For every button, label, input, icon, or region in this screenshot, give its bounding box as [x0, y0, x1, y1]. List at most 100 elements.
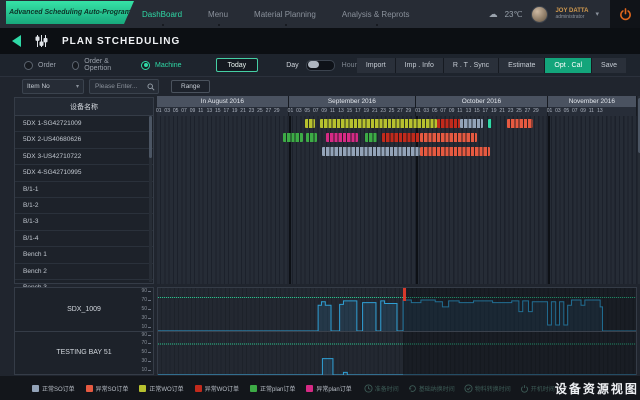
axis-tick-label: 10: [141, 325, 147, 330]
axis-tick-mark: [148, 300, 151, 301]
machine-row[interactable]: B/1-4: [15, 231, 153, 247]
search-icon[interactable]: [147, 83, 155, 91]
gantt-bar-so_abnormal[interactable]: [420, 133, 477, 142]
machine-row[interactable]: 5DX 4-SG42710995: [15, 165, 153, 181]
day-tick: 29: [274, 108, 280, 114]
axis-tick-label: 30: [141, 316, 147, 321]
check-circle-icon: [464, 384, 473, 393]
legend-items: 正常SO订单异常SO订单正常WO订单异常WO订单正常plan订单异常plan订单: [32, 384, 352, 393]
machine-row[interactable]: Bench 2: [15, 264, 153, 280]
day-tick: 11: [198, 108, 203, 114]
day-tick: 15: [347, 108, 353, 114]
radio-order-opertion[interactable]: Order & Opertion: [72, 58, 125, 72]
gantt-body[interactable]: [157, 116, 637, 284]
action-button-group: ImportImp . InfoR . T . SyncEstimateOpt …: [357, 58, 626, 73]
axis-tick-label: 50: [141, 307, 147, 312]
logout-power-button[interactable]: [610, 0, 640, 28]
gantt-bar-plan_normal[interactable]: [306, 133, 317, 142]
plan-scheduling-app: Advanced Scheduling Auto-Program DashBoa…: [0, 0, 640, 400]
legend-label: 异常WO订单: [205, 384, 239, 393]
legend-label: 异常plan订单: [316, 384, 351, 393]
machine-row[interactable]: 5DX 2-US40680626: [15, 132, 153, 148]
power-icon: [619, 8, 632, 21]
save-button[interactable]: Save: [591, 58, 626, 73]
axis-tick: 50: [141, 350, 151, 355]
machine-row[interactable]: B/1-1: [15, 182, 153, 198]
axis-tick: 50: [141, 307, 151, 312]
axis-tick-label: 70: [141, 341, 147, 346]
today-button[interactable]: Today: [216, 58, 259, 72]
gantt-bar-wo_normal[interactable]: [320, 119, 437, 128]
nav-item-analysis-reprots[interactable]: Analysis & Reprots: [342, 0, 410, 28]
machine-list-header: 设备名称: [15, 98, 153, 116]
axis-tick: 90: [141, 333, 151, 338]
select-chevron-icon: ▾: [76, 83, 79, 90]
day-label: Day: [286, 62, 298, 69]
gantt-bar-so_abnormal[interactable]: [507, 119, 533, 128]
machine-row[interactable]: 5DX 1-SG42721009: [15, 116, 153, 132]
import-button[interactable]: Import: [357, 58, 395, 73]
load-lane-cell: TESTING BAY 519070503010: [15, 332, 153, 375]
gantt-bar-wo_normal[interactable]: [305, 119, 316, 128]
imp-info-button[interactable]: Imp . Info: [395, 58, 443, 73]
machine-row[interactable]: 5DX 3-US42710722: [15, 149, 153, 165]
day-hour-toggle[interactable]: [306, 60, 335, 71]
gantt-bar-plan_abnormal[interactable]: [326, 133, 358, 142]
scrollbar-thumb[interactable]: [149, 116, 152, 158]
day-tick: 21: [499, 108, 505, 114]
nav-item-material-planning[interactable]: Material Planning: [254, 0, 316, 28]
item-no-select[interactable]: Item No ▾: [22, 79, 84, 94]
opt-cal-button[interactable]: Opt . Cal: [544, 58, 591, 73]
estimate-button[interactable]: Estimate: [498, 58, 544, 73]
clock-icon: [364, 384, 373, 393]
gantt-day-header: 0103050709111315171921232527290103050709…: [157, 107, 637, 116]
r-t-sync-button[interactable]: R . T . Sync: [443, 58, 498, 73]
day-tick: 23: [249, 108, 255, 114]
gantt-bar-so_normal[interactable]: [460, 119, 483, 128]
radio-machine[interactable]: Machine: [141, 61, 181, 70]
month-header: September 2016: [289, 96, 416, 107]
user-avatar[interactable]: [531, 6, 548, 23]
nav-item-dashboard[interactable]: DashBoard: [142, 0, 182, 28]
back-button[interactable]: [12, 35, 21, 47]
machine-row[interactable]: B/1-2: [15, 198, 153, 214]
nav-indicator-dot: [376, 24, 378, 26]
legend-label: 正常plan订单: [260, 384, 295, 393]
load-lane-name: SDX_1009: [67, 306, 101, 313]
range-button[interactable]: Range: [171, 80, 210, 93]
gantt-bar-wo_abnormal[interactable]: [382, 133, 420, 142]
axis-tick-mark: [148, 335, 151, 336]
gantt-bar-so_normal[interactable]: [322, 147, 420, 156]
machine-row[interactable]: Bench 1: [15, 247, 153, 263]
chevron-down-icon[interactable]: ▾: [595, 10, 599, 18]
radio-order[interactable]: Order: [24, 61, 56, 70]
search-input[interactable]: [93, 82, 147, 91]
day-tick: 07: [181, 108, 187, 114]
gantt-chart: In August 2016September 2016October 2016…: [157, 96, 637, 284]
app-logo-text: Advanced Scheduling Auto-Program: [9, 9, 131, 16]
day-tick: 09: [190, 108, 196, 114]
machine-row[interactable]: B/1-3: [15, 214, 153, 230]
legend-label: 异常SO订单: [96, 384, 129, 393]
gantt-bar-accent[interactable]: [488, 119, 492, 128]
day-tick: 05: [173, 108, 179, 114]
legend-item: 异常plan订单: [306, 384, 351, 393]
gantt-bar-plan_normal[interactable]: [283, 133, 303, 142]
day-tick-group: 010305070911131517192123252729: [289, 107, 416, 116]
gantt-bar-so_abnormal[interactable]: [420, 147, 490, 156]
legend-time-label: 准备时间: [375, 384, 399, 393]
nav-item-menu[interactable]: Menu: [208, 0, 228, 28]
sliders-icon: [35, 34, 48, 48]
future-shade-overlay: [403, 288, 636, 331]
view-mode-radio-group: Order Order & Opertion Machine: [24, 58, 182, 72]
axis-tick: 30: [141, 359, 151, 364]
gantt-bar-wo_abnormal[interactable]: [437, 119, 460, 128]
machine-list-scrollbar[interactable]: [149, 116, 152, 282]
day-tick: 13: [207, 108, 213, 114]
day-tick-group: 010305070911131517192123252729: [416, 107, 548, 116]
day-tick: 23: [380, 108, 386, 114]
day-tick: 07: [313, 108, 319, 114]
day-tick: 05: [564, 108, 570, 114]
gantt-bar-plan_normal[interactable]: [365, 133, 377, 142]
legend-item: 正常plan订单: [250, 384, 295, 393]
